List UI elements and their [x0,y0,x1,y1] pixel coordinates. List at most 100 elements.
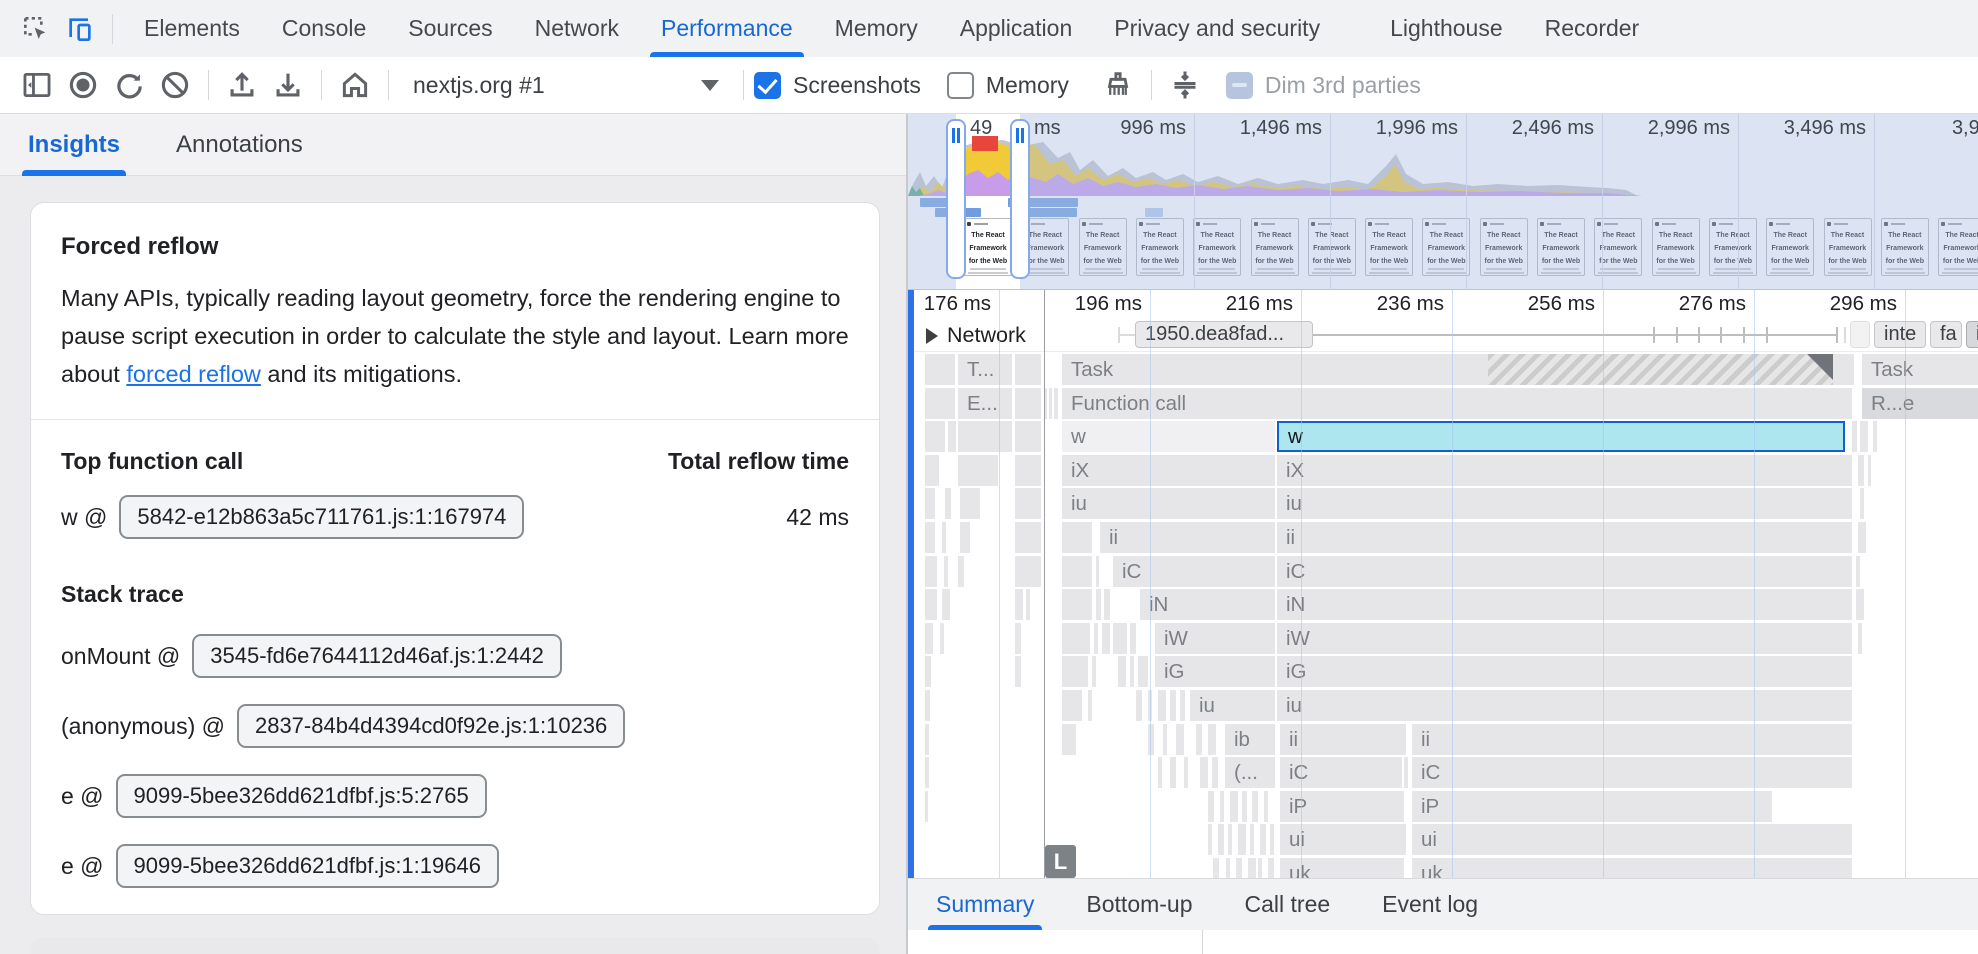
flame-event[interactable] [1212,757,1218,788]
garbage-collect-button[interactable] [1095,62,1141,108]
flame-event[interactable] [1170,690,1176,721]
flame-event[interactable] [1258,858,1262,878]
flame-event[interactable] [942,589,950,620]
flame-event[interactable]: iG [1277,656,1852,687]
flame-event[interactable] [1138,656,1148,687]
flame-event[interactable] [1136,690,1142,721]
flame-event[interactable] [925,757,929,788]
flame-event[interactable]: Task [1862,354,1978,385]
flame-event[interactable] [1049,388,1052,419]
flame-event[interactable] [925,556,937,587]
flame-event[interactable]: iu [1190,690,1275,721]
flame-event[interactable] [1015,421,1041,452]
flame-event[interactable] [1220,791,1224,822]
flame-event[interactable] [1208,824,1212,855]
flame-event[interactable] [1260,824,1266,855]
flame-event[interactable] [1218,824,1224,855]
flame-event[interactable] [925,656,931,687]
flame-event[interactable]: iC [1412,757,1852,788]
flame-event[interactable]: ii [1280,724,1402,755]
flame-event[interactable]: uk [1412,858,1852,878]
network-request-chip[interactable]: fa [1930,321,1962,348]
device-toolbar-button[interactable] [58,7,102,51]
flame-event[interactable]: iC [1113,556,1275,587]
flame-event[interactable] [1015,656,1021,687]
flame-event[interactable] [925,488,935,519]
flame-event[interactable] [1015,388,1041,419]
flame-event[interactable] [948,421,956,452]
flame-event[interactable] [1196,724,1202,755]
network-track-header[interactable]: Network [926,323,1026,348]
flame-event[interactable]: w [1062,421,1275,452]
tab-console[interactable]: Console [261,0,387,57]
flame-event[interactable]: iN [1140,589,1275,620]
flame-event[interactable] [925,589,937,620]
flame-event[interactable] [1015,589,1023,620]
flame-event[interactable]: iu [1277,488,1852,519]
cache-lifetimes-card[interactable]: Use efficient cache lifetimes [30,937,880,954]
flame-event[interactable] [925,623,933,654]
lcp-marker-badge[interactable]: L [1045,845,1076,878]
flame-event[interactable] [925,522,935,553]
flame-event[interactable] [1104,589,1110,620]
home-button[interactable] [332,62,378,108]
flame-event[interactable] [1096,589,1101,620]
flame-event[interactable] [1264,791,1268,822]
flame-event[interactable]: R...e [1862,388,1978,419]
network-request-chip[interactable]: inte [1874,321,1926,348]
flame-event[interactable]: iP [1280,791,1402,822]
flame-event[interactable] [1180,690,1185,721]
filmstrip-screenshot[interactable]: The ReactFrameworkfor the Web [964,218,1012,276]
flame-event[interactable] [1852,421,1857,452]
flame-event[interactable] [1868,455,1871,486]
flame-event[interactable]: uk [1280,858,1402,878]
flame-event[interactable] [1170,757,1176,788]
flame-event[interactable] [1208,724,1216,755]
flame-event[interactable] [940,623,944,654]
flame-event[interactable] [1062,656,1088,687]
flame-event[interactable] [1102,623,1110,654]
flame-event[interactable]: iP [1412,791,1772,822]
flame-event[interactable]: ii [1412,724,1852,755]
tab-application[interactable]: Application [939,0,1094,57]
flame-event[interactable]: ui [1412,824,1852,855]
flame-event[interactable] [1130,623,1136,654]
flame-event[interactable] [925,421,945,452]
flame-event[interactable] [1226,858,1230,878]
flame-event[interactable] [1062,522,1092,553]
flame-event[interactable]: (... [1225,757,1275,788]
network-request-chip[interactable] [1850,321,1870,348]
collapse-tracks-button[interactable] [1162,62,1208,108]
flame-event[interactable]: iu [1062,488,1275,519]
network-track[interactable]: Network 1950.dea8fad... intefaimage [908,318,1978,352]
selection-handle-right[interactable] [1010,119,1030,279]
flame-event[interactable] [925,354,955,385]
tab-performance[interactable]: Performance [640,0,814,57]
flame-event[interactable] [960,522,970,553]
flame-event[interactable]: E... [958,388,1012,419]
source-location-link[interactable]: 9099-5bee326dd621dfbf.js:5:2765 [116,774,487,818]
tab-memory[interactable]: Memory [814,0,939,57]
flame-event[interactable] [1062,724,1076,755]
flame-event[interactable] [1858,455,1864,486]
flame-event[interactable] [958,455,998,486]
tab-sources[interactable]: Sources [387,0,513,57]
flame-event[interactable] [1015,556,1041,587]
source-location-link[interactable]: 2837-84b4d4394cd0f92e.js:1:10236 [237,704,625,748]
toggle-sidebar-button[interactable] [14,62,60,108]
flame-event[interactable] [1252,791,1258,822]
flame-event[interactable] [1158,757,1162,788]
flame-event[interactable]: iX [1062,455,1275,486]
flame-event[interactable] [1856,556,1860,587]
flame-event[interactable] [1148,690,1152,721]
flame-event[interactable] [1015,522,1041,553]
flame-event[interactable] [1242,791,1247,822]
flame-event[interactable]: iC [1277,556,1852,587]
flame-event[interactable] [925,388,955,419]
source-location-link[interactable]: 3545-fd6e7644112d46af.js:1:2442 [192,634,562,678]
flame-event[interactable] [925,791,928,822]
flame-event[interactable] [1268,858,1274,878]
record-button[interactable] [60,62,106,108]
flame-event[interactable]: T... [958,354,1012,385]
network-request-chip[interactable]: image [1966,321,1978,348]
